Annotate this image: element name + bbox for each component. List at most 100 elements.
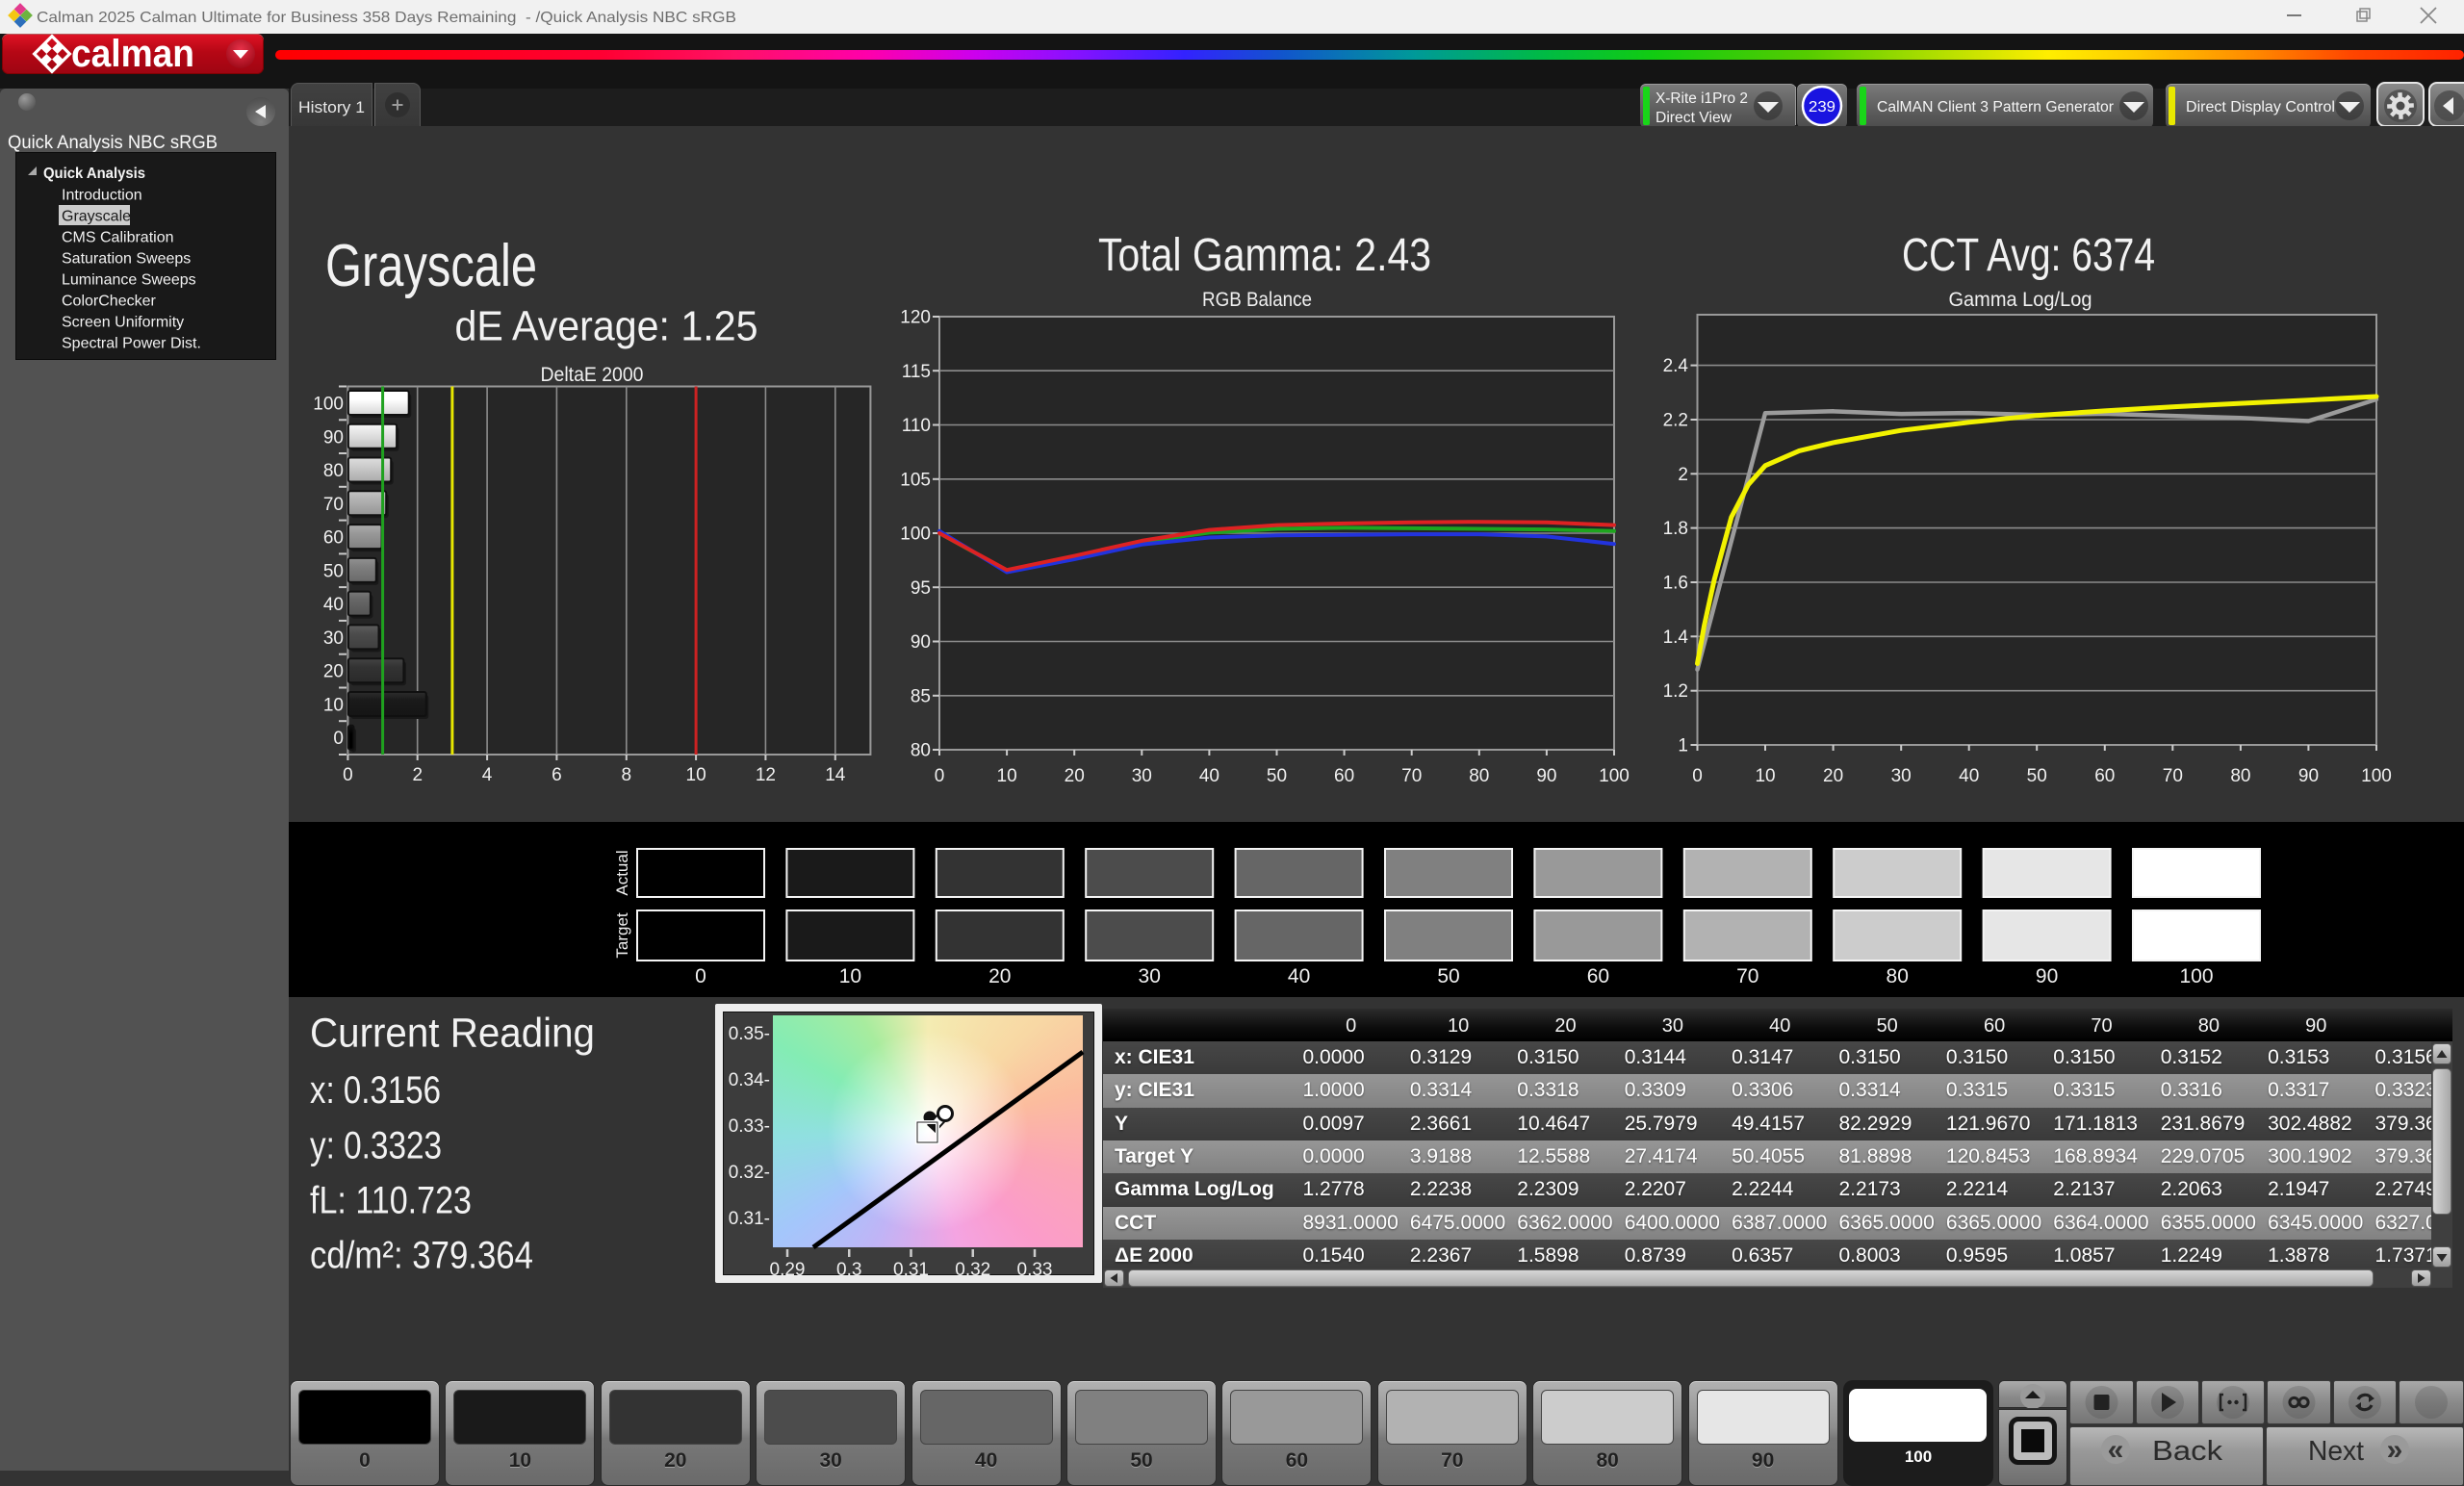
svg-text:»: »	[2387, 1434, 2403, 1466]
svg-text:0.3: 0.3	[836, 1260, 861, 1280]
svg-text:239: 239	[1809, 99, 1835, 115]
svg-text:Introduction: Introduction	[62, 188, 142, 204]
svg-text:1.4: 1.4	[1663, 628, 1689, 648]
svg-text:0: 0	[695, 965, 706, 987]
svg-text:30: 30	[1139, 965, 1161, 987]
svg-text:70: 70	[1736, 965, 1758, 987]
svg-text:10: 10	[839, 965, 861, 987]
svg-text:70: 70	[2163, 766, 2183, 786]
svg-text:«: «	[2108, 1434, 2124, 1466]
svg-text:80: 80	[323, 461, 344, 481]
svg-text:4: 4	[482, 765, 493, 785]
svg-text:0.31-: 0.31-	[729, 1209, 770, 1229]
svg-text:CalMAN Client 3 Pattern Genera: CalMAN Client 3 Pattern Generator	[1877, 99, 2114, 115]
svg-text:30: 30	[1132, 766, 1152, 786]
svg-text:RGB Balance: RGB Balance	[1202, 289, 1312, 311]
svg-text:x: 0.3156: x: 0.3156	[310, 1069, 441, 1112]
svg-text:8: 8	[621, 765, 631, 785]
svg-text:85: 85	[911, 686, 931, 706]
svg-text:70: 70	[1401, 766, 1422, 786]
svg-text:70: 70	[323, 495, 344, 515]
svg-text:90: 90	[2298, 766, 2319, 786]
svg-text:50: 50	[1267, 766, 1287, 786]
svg-text:2: 2	[412, 765, 423, 785]
svg-text:12: 12	[756, 765, 776, 785]
svg-text:Total Gamma: 2.43: Total Gamma: 2.43	[1098, 230, 1431, 281]
svg-text:X-Rite i1Pro 2: X-Rite i1Pro 2	[1656, 90, 1748, 107]
svg-text:10: 10	[686, 765, 706, 785]
svg-text:Quick Analysis: Quick Analysis	[43, 166, 145, 182]
svg-text:40: 40	[1199, 766, 1219, 786]
svg-text:CCT Avg: 6374: CCT Avg: 6374	[1902, 230, 2155, 281]
svg-text:60: 60	[323, 528, 344, 549]
svg-text:1.6: 1.6	[1663, 573, 1688, 593]
svg-text:0.29: 0.29	[770, 1260, 806, 1280]
svg-text:100: 100	[900, 525, 931, 545]
svg-text:90: 90	[323, 427, 344, 448]
svg-text:1.2: 1.2	[1663, 681, 1688, 702]
svg-text:50: 50	[1437, 965, 1459, 987]
svg-text:dE Average: 1.25: dE Average: 1.25	[455, 303, 758, 350]
svg-text:20: 20	[988, 965, 1011, 987]
svg-text:Spectral Power Dist.: Spectral Power Dist.	[62, 336, 201, 352]
svg-text:Screen Uniformity: Screen Uniformity	[62, 315, 184, 331]
svg-text:0.32: 0.32	[955, 1260, 990, 1280]
svg-text:2.4: 2.4	[1663, 356, 1689, 376]
svg-text:0: 0	[935, 766, 945, 786]
svg-text:0: 0	[1692, 766, 1703, 786]
svg-text:100: 100	[2361, 766, 2392, 786]
svg-text:120: 120	[900, 308, 931, 328]
svg-text:80: 80	[911, 741, 931, 761]
svg-text:2: 2	[1678, 465, 1688, 485]
svg-text:0: 0	[343, 765, 353, 785]
svg-text:95: 95	[911, 578, 931, 599]
svg-text:10: 10	[1755, 766, 1775, 786]
svg-text:CMS Calibration: CMS Calibration	[62, 230, 173, 246]
svg-text:60: 60	[1587, 965, 1609, 987]
svg-text:40: 40	[323, 595, 344, 615]
svg-text:Gamma Log/Log: Gamma Log/Log	[1949, 289, 2092, 311]
svg-text:Actual: Actual	[613, 850, 631, 895]
svg-text:100: 100	[2179, 965, 2213, 987]
svg-text:1: 1	[1678, 736, 1688, 756]
svg-text:10: 10	[997, 766, 1017, 786]
svg-text:y: 0.3323: y: 0.3323	[310, 1125, 442, 1167]
svg-text:20: 20	[1065, 766, 1085, 786]
svg-text:40: 40	[1288, 965, 1310, 987]
svg-text:60: 60	[1334, 766, 1354, 786]
svg-text:DeltaE 2000: DeltaE 2000	[541, 364, 644, 386]
svg-text:0: 0	[333, 729, 344, 749]
svg-text:90: 90	[2036, 965, 2058, 987]
svg-text:0.31: 0.31	[893, 1260, 929, 1280]
svg-text:80: 80	[1469, 766, 1489, 786]
svg-text:fL: 110.723: fL: 110.723	[310, 1180, 472, 1222]
svg-text:Current Reading: Current Reading	[310, 1011, 595, 1057]
svg-text:Target: Target	[613, 912, 631, 959]
svg-text:10: 10	[323, 695, 344, 715]
svg-text:0.35-: 0.35-	[729, 1024, 770, 1044]
svg-text:0.33-: 0.33-	[729, 1116, 770, 1137]
svg-text:100: 100	[1599, 766, 1630, 786]
svg-text:105: 105	[900, 470, 931, 490]
svg-text:90: 90	[1536, 766, 1556, 786]
svg-text:30: 30	[1891, 766, 1912, 786]
svg-text:115: 115	[902, 362, 931, 382]
svg-text:110: 110	[902, 416, 931, 436]
svg-text:Grayscale: Grayscale	[325, 233, 537, 299]
svg-text:0.33: 0.33	[1017, 1260, 1053, 1280]
svg-text:80: 80	[1886, 965, 1909, 987]
svg-text:0.32-: 0.32-	[729, 1163, 770, 1183]
svg-text:Back: Back	[2152, 1436, 2223, 1467]
svg-text:1.8: 1.8	[1663, 519, 1688, 539]
svg-text:History 1: History 1	[298, 98, 365, 116]
svg-text:Saturation Sweeps: Saturation Sweeps	[62, 251, 191, 268]
svg-text:40: 40	[1959, 766, 1979, 786]
svg-text:Direct View: Direct View	[1656, 110, 1732, 126]
svg-text:60: 60	[2094, 766, 2115, 786]
svg-text:14: 14	[825, 765, 846, 785]
svg-text:cd/m²: 379.364: cd/m²: 379.364	[310, 1235, 533, 1277]
svg-text:Grayscale: Grayscale	[62, 209, 131, 225]
svg-text:Next: Next	[2308, 1436, 2364, 1467]
svg-text:80: 80	[2230, 766, 2250, 786]
svg-text:2.2: 2.2	[1663, 410, 1688, 430]
